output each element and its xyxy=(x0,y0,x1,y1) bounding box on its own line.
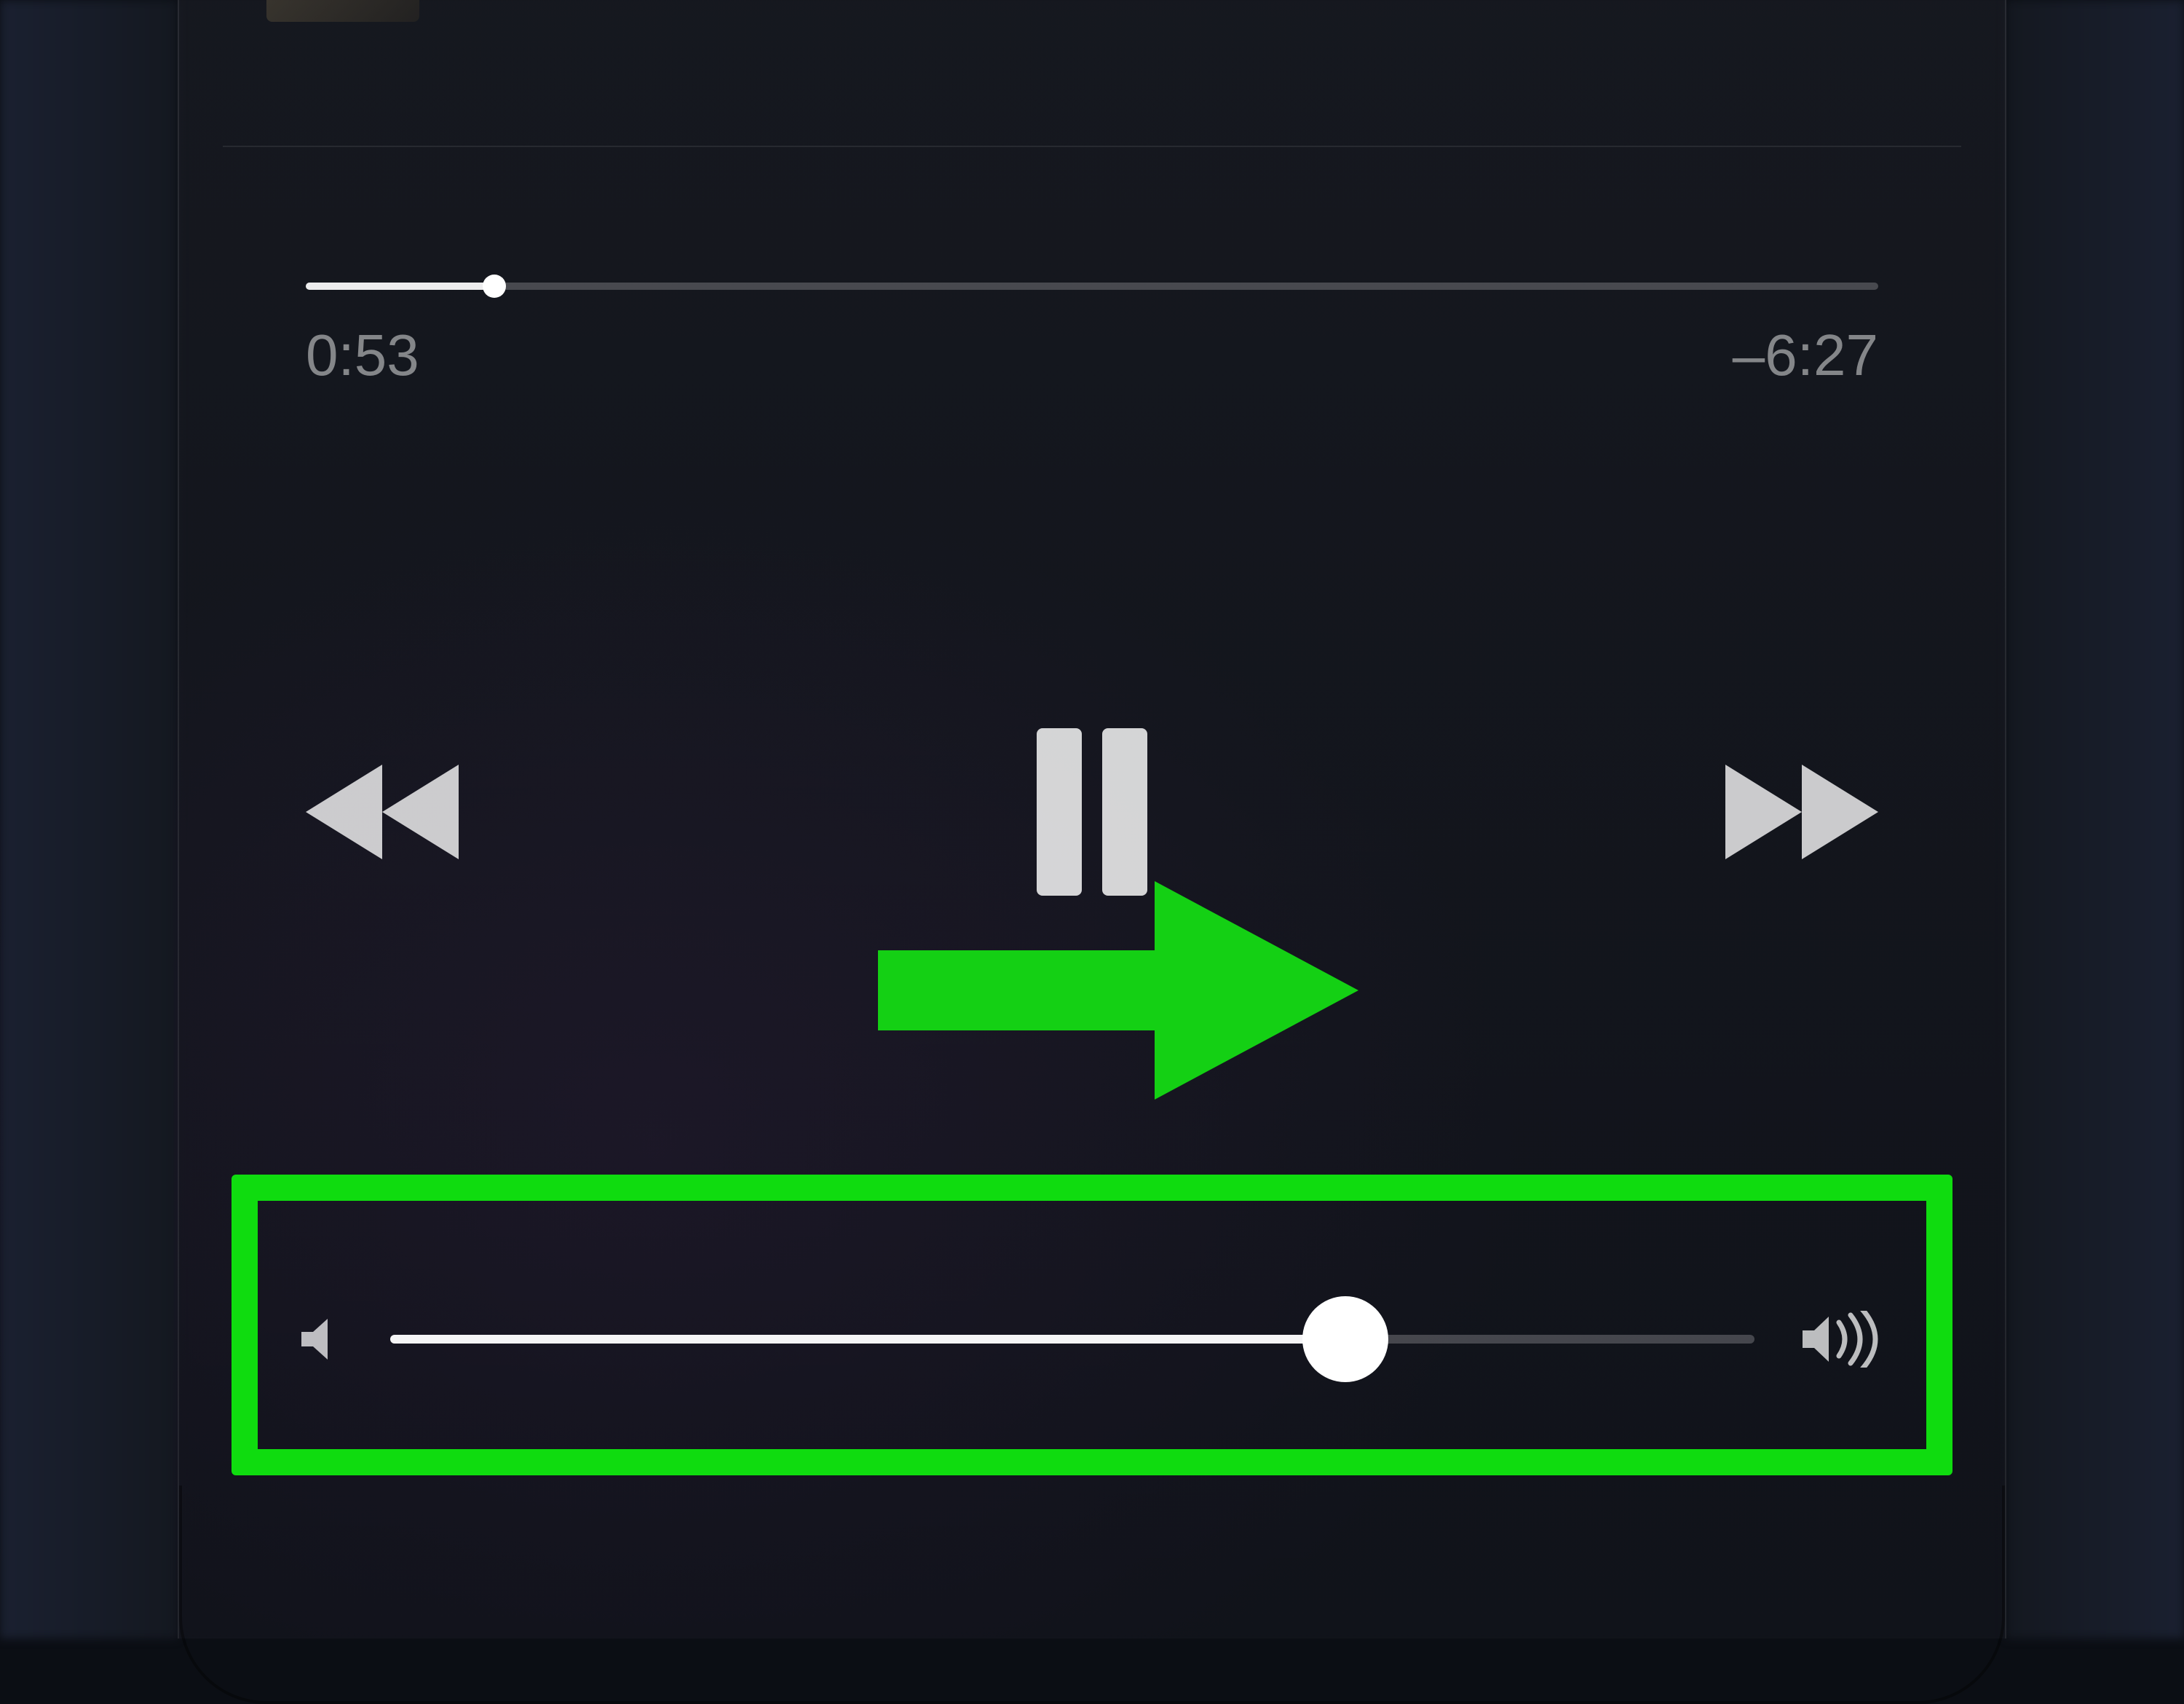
background-blur-right xyxy=(2006,0,2184,1638)
scrubber-track[interactable] xyxy=(306,283,1878,290)
scrubber-time-row: 0:53 –6:27 xyxy=(306,322,1878,389)
playback-scrubber[interactable]: 0:53 –6:27 xyxy=(306,283,1878,389)
volume-thumb[interactable] xyxy=(1302,1296,1388,1382)
header-divider xyxy=(223,146,1961,147)
fast-forward-button[interactable] xyxy=(1725,765,1878,859)
rewind-button[interactable] xyxy=(306,765,459,859)
arrow-right-icon xyxy=(849,867,1373,1114)
volume-slider-row xyxy=(301,1311,1883,1368)
time-elapsed: 0:53 xyxy=(306,322,419,389)
annotation-arrow-right xyxy=(849,867,1373,1114)
volume-low-icon xyxy=(301,1317,342,1361)
volume-slider[interactable] xyxy=(390,1335,1754,1344)
volume-fill xyxy=(390,1335,1345,1344)
volume-high-icon xyxy=(1803,1311,1883,1368)
track-header-cropped xyxy=(179,0,2005,22)
album-art-thumb xyxy=(266,0,419,22)
scrubber-fill xyxy=(306,283,494,290)
fast-forward-icon xyxy=(1725,765,1878,859)
scrubber-thumb[interactable] xyxy=(483,275,506,298)
phone-body-curve xyxy=(179,1486,2005,1704)
time-remaining: –6:27 xyxy=(1733,322,1878,389)
rewind-icon xyxy=(306,765,459,859)
volume-track[interactable] xyxy=(390,1335,1754,1344)
background-blur-left xyxy=(0,0,178,1638)
now-playing-panel: 0:53 –6:27 xyxy=(178,0,2006,1638)
